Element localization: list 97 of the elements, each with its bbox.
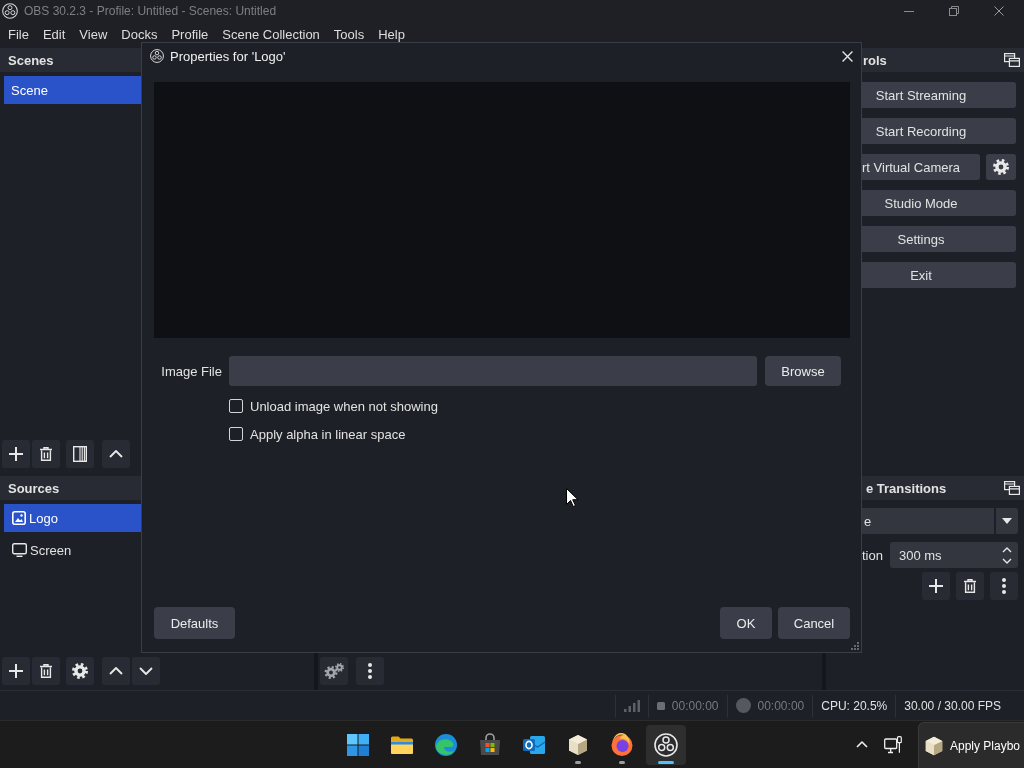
checkbox-label: Unload image when not showing — [250, 398, 438, 414]
spin-up-icon[interactable] — [1002, 546, 1012, 553]
dock-title: Sources — [8, 480, 60, 496]
checkbox[interactable] — [229, 399, 243, 413]
control-button[interactable]: rt Virtual Camera — [862, 154, 980, 180]
ring-logo-icon — [150, 49, 164, 63]
control-button[interactable]: Settings — [862, 226, 1016, 252]
remove-button[interactable] — [956, 572, 984, 600]
image-icon — [12, 511, 26, 525]
chevron-up-icon — [109, 667, 123, 675]
cube-icon[interactable] — [566, 732, 590, 757]
menu-item[interactable]: Docks — [114, 22, 165, 46]
undock-icon[interactable] — [1004, 53, 1020, 67]
duration-field[interactable]: 300 ms — [889, 542, 1018, 568]
menu-item[interactable]: Edit — [35, 22, 73, 46]
dropdown-arrow-icon — [1002, 518, 1012, 524]
menu-item[interactable]: Profile — [164, 22, 216, 46]
fps-readout: 30.00 / 30.00 FPS — [904, 698, 1001, 713]
dock-title: Scenes — [8, 52, 54, 68]
close-icon[interactable] — [993, 6, 1004, 16]
checkbox[interactable] — [229, 427, 243, 441]
gear-icon — [993, 159, 1009, 175]
plus-icon — [929, 579, 943, 593]
plus-icon — [9, 664, 23, 678]
undock-icon[interactable] — [1004, 481, 1020, 495]
settings-button[interactable] — [986, 154, 1016, 180]
add-button[interactable] — [2, 657, 30, 685]
filters-button[interactable] — [66, 440, 94, 468]
trash-icon — [40, 664, 52, 678]
chevron-down-icon — [139, 667, 153, 675]
more-button[interactable] — [356, 657, 384, 685]
menu-item[interactable]: Tools — [326, 22, 372, 46]
field-label: Image File — [161, 363, 222, 379]
control-button[interactable]: Studio Mode — [862, 190, 1016, 216]
record-dot-icon — [735, 698, 751, 713]
add-button[interactable] — [2, 440, 30, 468]
spin-down-icon[interactable] — [1002, 557, 1012, 564]
plus-icon — [9, 447, 23, 461]
move-up-button[interactable] — [102, 440, 130, 468]
vertical-dots-icon — [1002, 578, 1006, 594]
gear-icon — [72, 663, 88, 679]
wave-circle-icon[interactable] — [434, 732, 458, 757]
dock-title: rols — [863, 52, 887, 68]
signal-bars-icon — [623, 699, 640, 712]
flame-globe-icon[interactable] — [610, 732, 634, 757]
properties-button[interactable] — [66, 657, 94, 685]
remove-button[interactable] — [32, 657, 60, 685]
remove-button[interactable] — [32, 440, 60, 468]
menu-item[interactable]: File — [1, 22, 36, 46]
taskbar-button[interactable] — [646, 724, 686, 765]
control-button[interactable]: Exit — [862, 262, 1016, 288]
trash-icon — [964, 579, 976, 593]
menu-item[interactable]: Help — [371, 22, 412, 46]
cancel-button[interactable]: Cancel — [778, 607, 850, 639]
more-button[interactable] — [990, 572, 1018, 600]
chevron-up-icon[interactable] — [856, 741, 868, 748]
defaults-button[interactable]: Defaults — [154, 607, 235, 639]
add-button[interactable] — [922, 572, 950, 600]
image-file-field[interactable] — [229, 356, 757, 386]
tray-notification[interactable]: Apply Playbo — [918, 722, 1024, 768]
window-title: OBS 30.2.3 - Profile: Untitled - Scenes: Untitled — [24, 4, 277, 18]
duration-label: tion — [862, 547, 883, 563]
restore-icon[interactable] — [948, 6, 959, 16]
gears-icon — [324, 663, 344, 679]
chevron-up-icon — [109, 450, 123, 458]
ring-logo-icon[interactable] — [654, 732, 678, 757]
monitor-plug-icon[interactable] — [884, 735, 902, 754]
ok-button[interactable]: OK — [720, 607, 772, 639]
square-icon — [656, 701, 665, 710]
source-item[interactable]: Screen — [4, 536, 141, 564]
menu-item[interactable]: View — [72, 22, 115, 46]
trash-icon — [40, 447, 52, 461]
cpu-usage: CPU: 20.5% — [821, 698, 888, 713]
control-button[interactable]: Start Streaming — [862, 82, 1016, 108]
resize-grip-icon — [851, 642, 859, 650]
four-squares-icon[interactable] — [346, 732, 370, 757]
shopping-bag-icon[interactable] — [478, 732, 502, 757]
checkbox-label: Apply alpha in linear space — [250, 426, 406, 442]
vertical-dots-icon — [368, 663, 372, 679]
monitor-icon — [12, 543, 27, 557]
record-time: 00:00:00 — [757, 698, 805, 713]
source-item[interactable]: Logo — [4, 504, 141, 532]
striped-square-icon — [73, 446, 87, 462]
stream-time: 00:00:00 — [671, 698, 719, 713]
dialog-title: Properties for 'Logo' — [170, 48, 286, 64]
browse-button[interactable]: Browse — [765, 356, 841, 386]
menu-item[interactable]: Scene Collection — [215, 22, 327, 46]
settings-button[interactable] — [320, 657, 348, 685]
cube-icon — [923, 734, 945, 757]
minimize-icon[interactable] — [903, 10, 914, 12]
move-down-button[interactable] — [132, 657, 160, 685]
move-up-button[interactable] — [102, 657, 130, 685]
dock-title: e Transitions — [866, 480, 947, 496]
ring-logo-icon — [2, 3, 18, 19]
mouse-cursor-icon — [566, 488, 578, 507]
control-button[interactable]: Start Recording — [862, 118, 1016, 144]
scene-item[interactable]: Scene — [4, 76, 141, 104]
